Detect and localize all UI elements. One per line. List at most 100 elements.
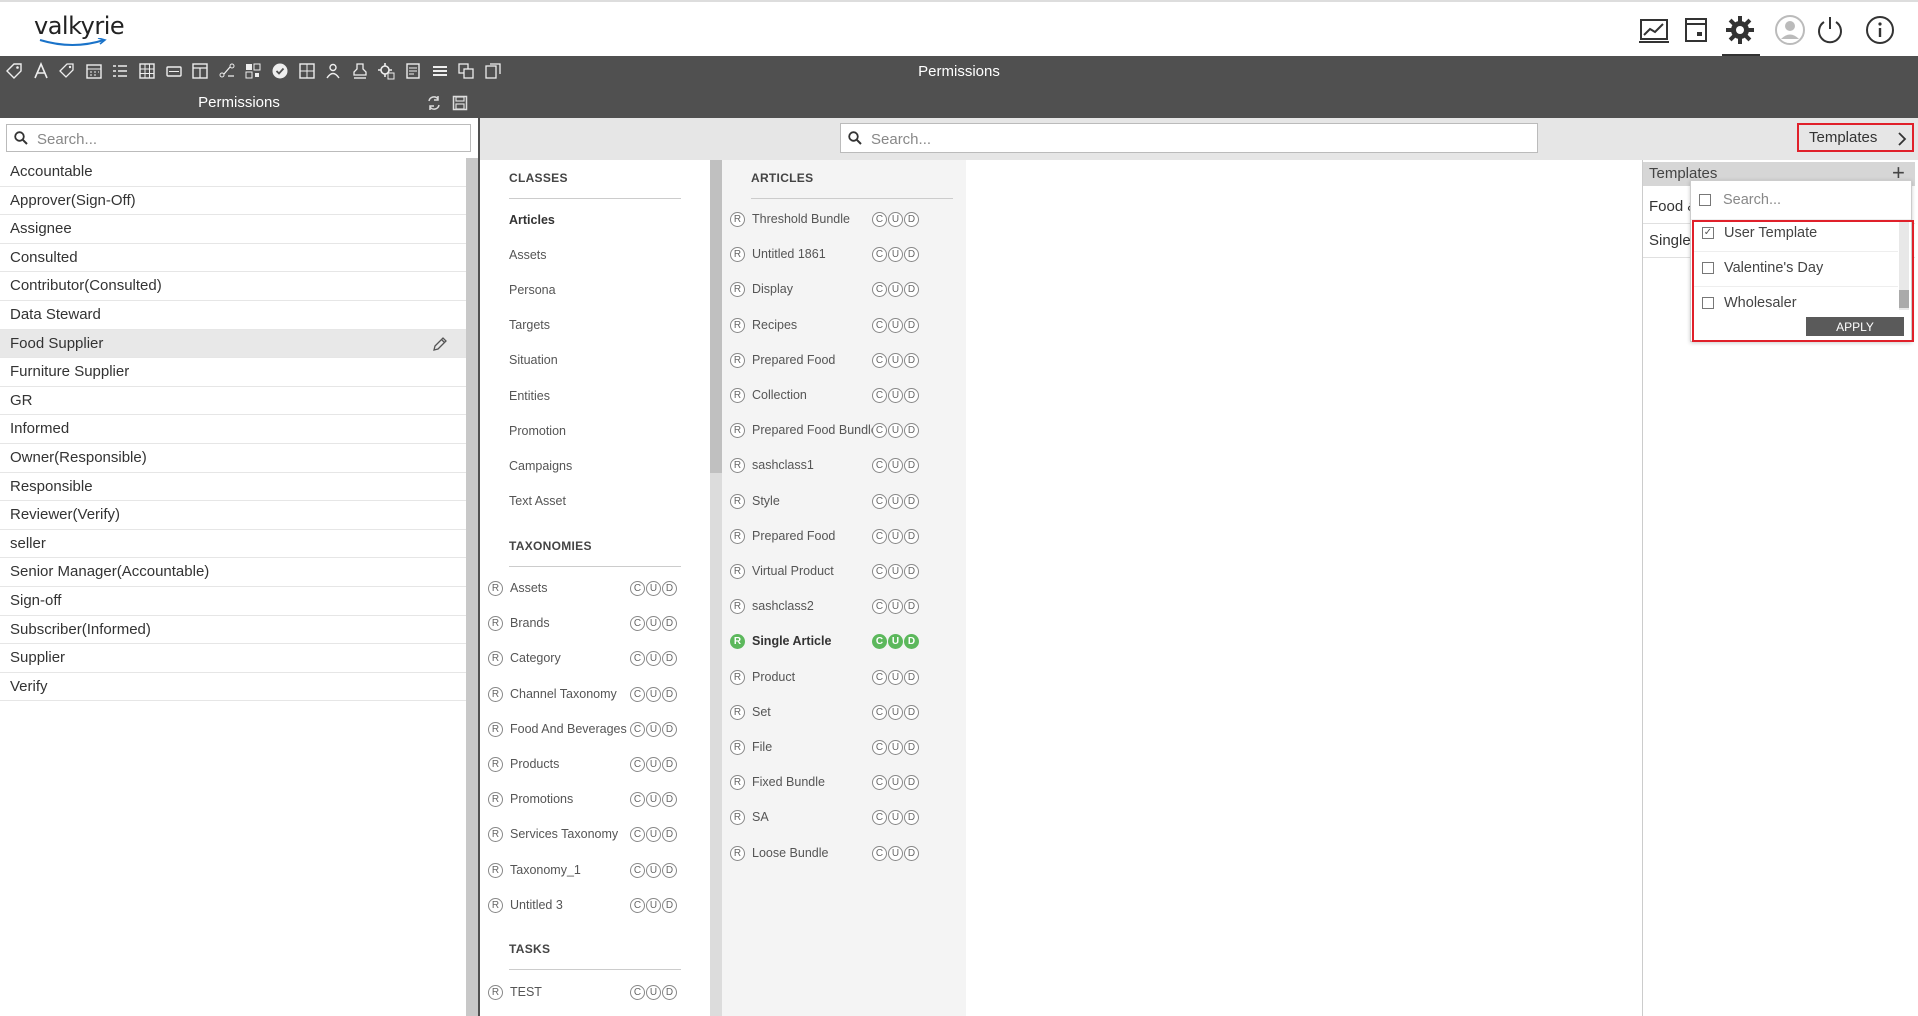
template-option[interactable]: Valentine's Day xyxy=(1694,253,1898,287)
templates-toggle-button[interactable]: Templates xyxy=(1797,123,1914,152)
perm-c-toggle[interactable]: C xyxy=(872,493,887,509)
perm-d-toggle[interactable]: D xyxy=(904,599,919,615)
perm-d-toggle[interactable]: D xyxy=(904,810,919,826)
article-row[interactable]: R Prepared Food Bundle C U D xyxy=(730,420,920,442)
user-avatar-icon[interactable] xyxy=(1774,14,1806,46)
perm-d-toggle[interactable]: D xyxy=(904,423,919,439)
perm-r-toggle[interactable]: R xyxy=(488,721,503,737)
perm-c-toggle[interactable]: C xyxy=(630,757,645,772)
refresh-icon[interactable] xyxy=(426,95,442,111)
perm-c-toggle[interactable]: C xyxy=(872,775,887,791)
perm-d-toggle[interactable]: D xyxy=(662,651,677,667)
role-list-item[interactable]: Food Supplier xyxy=(0,329,466,359)
perm-c-toggle[interactable]: C xyxy=(630,721,645,737)
layout-icon[interactable] xyxy=(191,62,209,80)
task-row[interactable]: R TEST C U D xyxy=(488,982,678,1004)
edit-pencil-icon[interactable] xyxy=(432,336,448,352)
perm-r-toggle[interactable]: R xyxy=(730,493,745,509)
perm-c-toggle[interactable]: C xyxy=(872,212,887,227)
perm-r-toggle[interactable]: R xyxy=(730,669,745,685)
perm-c-toggle[interactable]: C xyxy=(630,792,645,808)
article-row[interactable]: R Collection C U D xyxy=(730,385,920,407)
perm-r-toggle[interactable]: R xyxy=(730,458,745,474)
perm-c-toggle[interactable]: C xyxy=(872,634,887,650)
perm-c-toggle[interactable]: C xyxy=(630,985,645,1000)
perm-r-toggle[interactable]: R xyxy=(730,388,745,403)
perm-r-toggle[interactable]: R xyxy=(488,792,503,808)
perm-u-toggle[interactable]: U xyxy=(888,704,903,720)
calendar-icon[interactable] xyxy=(85,62,103,80)
perm-u-toggle[interactable]: U xyxy=(646,792,661,808)
perm-r-toggle[interactable]: R xyxy=(730,740,745,755)
role-list-item[interactable]: Contributor(Consulted) xyxy=(0,272,466,301)
perm-c-toggle[interactable]: C xyxy=(872,317,887,333)
role-list-item[interactable]: GR xyxy=(0,387,466,416)
perm-u-toggle[interactable]: U xyxy=(888,247,903,263)
perm-r-toggle[interactable]: R xyxy=(488,686,503,702)
perm-d-toggle[interactable]: D xyxy=(904,740,919,755)
perm-d-toggle[interactable]: D xyxy=(662,897,677,913)
perm-r-toggle[interactable]: R xyxy=(730,704,745,720)
perm-u-toggle[interactable]: U xyxy=(888,317,903,333)
perm-r-toggle[interactable]: R xyxy=(488,651,503,667)
perm-c-toggle[interactable]: C xyxy=(630,616,645,632)
apply-button[interactable]: APPLY xyxy=(1806,317,1904,336)
select-all-checkbox[interactable] xyxy=(1699,194,1711,206)
class-item[interactable]: Text Asset xyxy=(509,494,566,508)
checklist-icon[interactable] xyxy=(111,62,129,80)
dropdown-scrollbar-thumb[interactable] xyxy=(1899,290,1909,308)
perm-r-toggle[interactable]: R xyxy=(730,810,745,826)
dropdown-search-row[interactable]: Search... xyxy=(1691,185,1911,220)
article-row[interactable]: R Prepared Food C U D xyxy=(730,526,920,548)
perm-u-toggle[interactable]: U xyxy=(646,686,661,702)
perm-d-toggle[interactable]: D xyxy=(662,721,677,737)
perm-c-toggle[interactable]: C xyxy=(630,897,645,913)
article-row[interactable]: R Display C U D xyxy=(730,279,920,301)
perm-u-toggle[interactable]: U xyxy=(888,669,903,685)
role-list-item[interactable]: Data Steward xyxy=(0,301,466,330)
perm-c-toggle[interactable]: C xyxy=(872,740,887,755)
perm-r-toggle[interactable]: R xyxy=(488,827,503,843)
perm-u-toggle[interactable]: U xyxy=(888,564,903,579)
class-item[interactable]: Persona xyxy=(509,283,556,297)
class-item[interactable]: Campaigns xyxy=(509,459,572,473)
perm-u-toggle[interactable]: U xyxy=(888,634,903,650)
qr-icon[interactable] xyxy=(244,62,262,80)
perm-c-toggle[interactable]: C xyxy=(872,282,887,298)
perm-u-toggle[interactable]: U xyxy=(888,775,903,791)
perm-r-toggle[interactable]: R xyxy=(730,282,745,298)
article-row[interactable]: R SA C U D xyxy=(730,807,920,829)
save-icon[interactable] xyxy=(452,95,468,111)
perm-c-toggle[interactable]: C xyxy=(872,810,887,826)
perm-c-toggle[interactable]: C xyxy=(872,352,887,368)
perm-u-toggle[interactable]: U xyxy=(888,282,903,298)
taxonomy-row[interactable]: R Brands C U D xyxy=(488,613,678,635)
article-row[interactable]: Rsashclass2 C U D xyxy=(730,596,920,618)
perm-d-toggle[interactable]: D xyxy=(662,616,677,632)
template-option-checkbox[interactable] xyxy=(1702,262,1714,274)
perm-c-toggle[interactable]: C xyxy=(630,581,645,596)
perm-c-toggle[interactable]: C xyxy=(872,528,887,544)
perm-c-toggle[interactable]: C xyxy=(872,458,887,474)
perm-d-toggle[interactable]: D xyxy=(904,388,919,403)
class-item[interactable]: Assets xyxy=(509,248,547,262)
perm-u-toggle[interactable]: U xyxy=(646,721,661,737)
text-attribute-icon[interactable] xyxy=(32,62,50,80)
perm-d-toggle[interactable]: D xyxy=(904,704,919,720)
taxonomy-row[interactable]: R Promotions C U D xyxy=(488,789,678,811)
role-list-item[interactable]: Senior Manager(Accountable) xyxy=(0,558,466,587)
role-list-item[interactable]: Supplier xyxy=(0,644,466,673)
role-list-item[interactable]: Consulted xyxy=(0,244,466,273)
tag-icon[interactable] xyxy=(5,62,23,80)
taxonomy-row[interactable]: R Taxonomy_1 C U D xyxy=(488,860,678,882)
perm-r-toggle[interactable]: R xyxy=(730,775,745,791)
perm-d-toggle[interactable]: D xyxy=(662,757,677,772)
perm-u-toggle[interactable]: U xyxy=(888,458,903,474)
role-list-item[interactable]: Responsible xyxy=(0,473,466,502)
perm-u-toggle[interactable]: U xyxy=(646,897,661,913)
article-row[interactable]: R Fixed Bundle C U D xyxy=(730,772,920,794)
class-item[interactable]: Targets xyxy=(509,318,550,332)
role-list-item[interactable]: Reviewer(Verify) xyxy=(0,501,466,530)
perm-d-toggle[interactable]: D xyxy=(904,282,919,298)
perm-c-toggle[interactable]: C xyxy=(872,564,887,579)
